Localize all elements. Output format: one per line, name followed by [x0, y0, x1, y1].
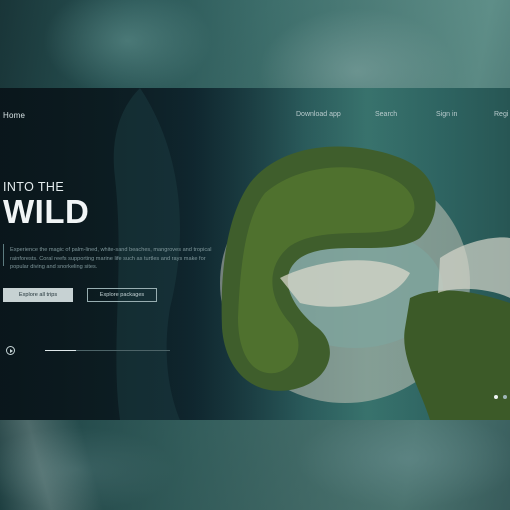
slider-pagination: [494, 395, 507, 399]
play-icon[interactable]: [6, 346, 15, 355]
hero-title: WILD: [3, 193, 90, 230]
hero-description: Experience the magic of palm-lined, whit…: [10, 247, 212, 270]
right-island-forest: [404, 290, 510, 420]
nav-sign-in-link[interactable]: Sign in: [436, 111, 457, 118]
video-progress-bar[interactable]: [45, 350, 170, 351]
website-mockup: Home Download app Search Sign in Regi IN…: [0, 88, 510, 420]
top-navigation: Home Download app Search Sign in Regi: [0, 88, 510, 120]
hero-eyebrow: INTO THE: [3, 180, 65, 194]
nav-home-link[interactable]: Home: [3, 111, 25, 120]
description-accent-rule: [3, 244, 4, 266]
hero-heading: INTO THE WILD: [3, 180, 89, 230]
slider-dot-2[interactable]: [503, 395, 507, 399]
nav-register-link[interactable]: Regi: [494, 111, 508, 118]
background-stage: Home Download app Search Sign in Regi IN…: [0, 0, 510, 510]
nav-search-link[interactable]: Search: [375, 111, 397, 118]
explore-all-trips-button[interactable]: Explore all trips: [3, 288, 73, 302]
explore-packages-button[interactable]: Explore packages: [87, 288, 157, 302]
nav-download-app-link[interactable]: Download app: [296, 111, 341, 118]
video-progress-fill: [45, 350, 77, 351]
slider-dot-1[interactable]: [494, 395, 498, 399]
